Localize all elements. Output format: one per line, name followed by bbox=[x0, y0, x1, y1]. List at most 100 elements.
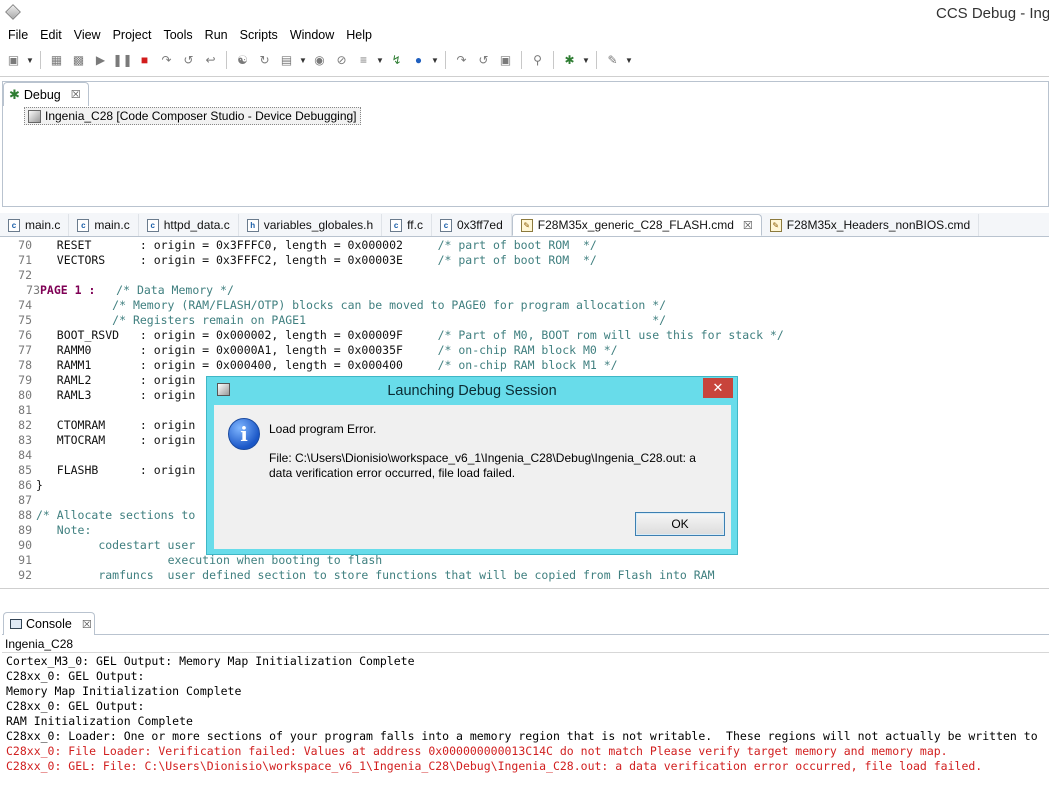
bug-icon: ✱ bbox=[9, 86, 20, 102]
tab-headers-nonbios-cmd[interactable]: ✎ F28M35x_Headers_nonBIOS.cmd bbox=[762, 214, 980, 236]
toolbar-separator bbox=[40, 51, 41, 69]
console-line: Cortex_M3_0: GEL Output: Memory Map Init… bbox=[6, 654, 415, 668]
menu-tools[interactable]: Tools bbox=[157, 28, 198, 42]
line-number: 79 bbox=[18, 373, 32, 387]
connect-dropdown-icon[interactable]: ▼ bbox=[376, 51, 384, 70]
debug-session-label: Ingenia_C28 [Code Composer Studio - Devi… bbox=[45, 109, 357, 123]
line-number: 86 bbox=[18, 478, 32, 492]
console-line: Memory Map Initialization Complete bbox=[6, 684, 242, 698]
code-line: 89 Note: bbox=[0, 523, 91, 538]
editor-tab-bar: c main.c c main.c c httpd_data.c h variables… bbox=[0, 213, 1049, 237]
debug-view-panel bbox=[2, 81, 1049, 207]
code-text: MTOCRAM : origin bbox=[36, 433, 196, 447]
window-title: CCS Debug - Inge bbox=[936, 5, 1049, 22]
tab-main-c-2[interactable]: c main.c bbox=[69, 214, 139, 236]
menu-edit[interactable]: Edit bbox=[34, 28, 68, 42]
step-into-icon[interactable]: ↷ bbox=[157, 51, 176, 70]
line-number: 74 bbox=[18, 298, 32, 312]
h-file-icon: h bbox=[246, 218, 259, 232]
menu-window[interactable]: Window bbox=[284, 28, 340, 42]
tab-ff-c[interactable]: c ff.c bbox=[382, 214, 432, 236]
c-file-icon: c bbox=[77, 218, 90, 232]
connect-icon[interactable]: ≡ bbox=[354, 51, 373, 70]
external-tools-dropdown-icon[interactable]: ▼ bbox=[625, 51, 633, 70]
debug-session-item[interactable]: Ingenia_C28 [Code Composer Studio - Devi… bbox=[24, 107, 361, 125]
console-line: C28xx_0: GEL Output: bbox=[6, 669, 145, 683]
suspend-icon[interactable]: ❚❚ bbox=[112, 51, 132, 70]
menu-project[interactable]: Project bbox=[107, 28, 158, 42]
code-line: 76 BOOT_RSVD : origin = 0x000002, length… bbox=[0, 328, 784, 343]
code-text: BOOT_RSVD : origin = 0x000002, length = … bbox=[36, 328, 438, 342]
main-toolbar: ▣ ▼ ▦ ▩ ▶ ❚❚ ■ ↷ ↺ ↩ ☯ ↻ ▤ ▼ ◉ ⊘ ≡ ▼ ↯ ●… bbox=[0, 46, 1049, 74]
editor-divider bbox=[0, 588, 1049, 589]
console-line: C28xx_0: Loader: One or more sections of… bbox=[6, 729, 1038, 743]
step-over-asm-icon[interactable]: ↺ bbox=[474, 51, 493, 70]
close-icon[interactable]: ☒ bbox=[71, 88, 81, 101]
debug-tab-label: Debug bbox=[23, 87, 61, 102]
c-file-icon: c bbox=[8, 218, 20, 232]
code-comment: /* Part of M0, BOOT rom will use this fo… bbox=[437, 328, 784, 342]
menu-view[interactable]: View bbox=[68, 28, 107, 42]
menu-help[interactable]: Help bbox=[340, 28, 378, 42]
code-line: 79 RAML2 : origin bbox=[0, 373, 195, 388]
tab-generic-c28-flash-cmd[interactable]: ✎ F28M35x_generic_C28_FLASH.cmd ☒ bbox=[511, 214, 762, 236]
code-line: 84 bbox=[0, 448, 36, 463]
line-number: 84 bbox=[18, 448, 32, 462]
code-text: CTOMRAM : origin bbox=[36, 418, 196, 432]
view-icon[interactable]: ▣ bbox=[496, 51, 515, 70]
close-icon[interactable]: ☒ bbox=[82, 618, 92, 631]
search-icon[interactable]: ⚲ bbox=[528, 51, 547, 70]
resume-icon[interactable]: ▶ bbox=[91, 51, 110, 70]
dialog-close-button[interactable]: ✕ bbox=[703, 378, 733, 398]
new-dropdown-icon[interactable]: ▼ bbox=[26, 51, 34, 70]
tab-console[interactable]: Console ☒ bbox=[3, 612, 95, 635]
step-return-icon[interactable]: ↩ bbox=[201, 51, 220, 70]
code-line: 71 VECTORS : origin = 0x3FFFC2, length =… bbox=[0, 253, 597, 268]
breakpoint-icon[interactable]: ◉ bbox=[310, 51, 329, 70]
code-text: RAML3 : origin bbox=[36, 388, 196, 402]
terminate-icon[interactable]: ■ bbox=[135, 51, 154, 70]
menu-file[interactable]: File bbox=[2, 28, 34, 42]
editor-tab-label: 0x3ff7ed bbox=[456, 218, 503, 232]
step-asm-icon[interactable]: ↷ bbox=[452, 51, 471, 70]
build-icon[interactable]: ● bbox=[409, 51, 428, 70]
code-comment: /* on-chip RAM block M0 */ bbox=[437, 343, 618, 357]
line-number: 75 bbox=[18, 313, 32, 327]
save-all-icon[interactable]: ▩ bbox=[69, 51, 88, 70]
debug-dropdown-icon[interactable]: ▼ bbox=[582, 51, 590, 70]
close-icon[interactable]: ☒ bbox=[743, 219, 753, 232]
reset-icon[interactable]: ☯ bbox=[233, 51, 252, 70]
skip-breakpoints-icon[interactable]: ⊘ bbox=[332, 51, 351, 70]
tab-debug[interactable]: ✱ Debug ☒ bbox=[3, 82, 89, 106]
line-number: 83 bbox=[18, 433, 32, 447]
console-tab-label: Console bbox=[26, 617, 72, 631]
load-icon[interactable]: ↯ bbox=[387, 51, 406, 70]
code-line: 70 RESET : origin = 0x3FFFC0, length = 0… bbox=[0, 238, 597, 253]
memory-icon[interactable]: ▤ bbox=[277, 51, 296, 70]
save-icon[interactable]: ▦ bbox=[47, 51, 66, 70]
step-over-icon[interactable]: ↺ bbox=[179, 51, 198, 70]
console-error-line: C28xx_0: GEL: File: C:\Users\Dionisio\wo… bbox=[6, 759, 983, 773]
c-file-icon: c bbox=[146, 218, 159, 232]
tab-0x3ff7ed[interactable]: c 0x3ff7ed bbox=[432, 214, 512, 236]
dialog-message: Load program Error. bbox=[269, 422, 377, 436]
tab-main-c-1[interactable]: c main.c bbox=[0, 214, 70, 236]
tab-httpd-data-c[interactable]: c httpd_data.c bbox=[139, 214, 239, 236]
menu-run[interactable]: Run bbox=[199, 28, 234, 42]
restart-icon[interactable]: ↻ bbox=[255, 51, 274, 70]
tab-variables-globales-h[interactable]: h variables_globales.h bbox=[239, 214, 383, 236]
build-dropdown-icon[interactable]: ▼ bbox=[431, 51, 439, 70]
new-icon[interactable]: ▣ bbox=[4, 51, 23, 70]
memory-dropdown-icon[interactable]: ▼ bbox=[299, 51, 307, 70]
code-line: 83 MTOCRAM : origin bbox=[0, 433, 195, 448]
menu-scripts[interactable]: Scripts bbox=[234, 28, 284, 42]
code-line: 85 FLASHB : origin bbox=[0, 463, 195, 478]
ok-button[interactable]: OK bbox=[635, 512, 725, 536]
external-tools-icon[interactable]: ✎ bbox=[603, 51, 622, 70]
code-line: 77 RAMM0 : origin = 0x0000A1, length = 0… bbox=[0, 343, 618, 358]
debug-icon[interactable]: ✱ bbox=[560, 51, 579, 70]
code-line: 75 /* Registers remain on PAGE1 */ bbox=[0, 313, 666, 328]
